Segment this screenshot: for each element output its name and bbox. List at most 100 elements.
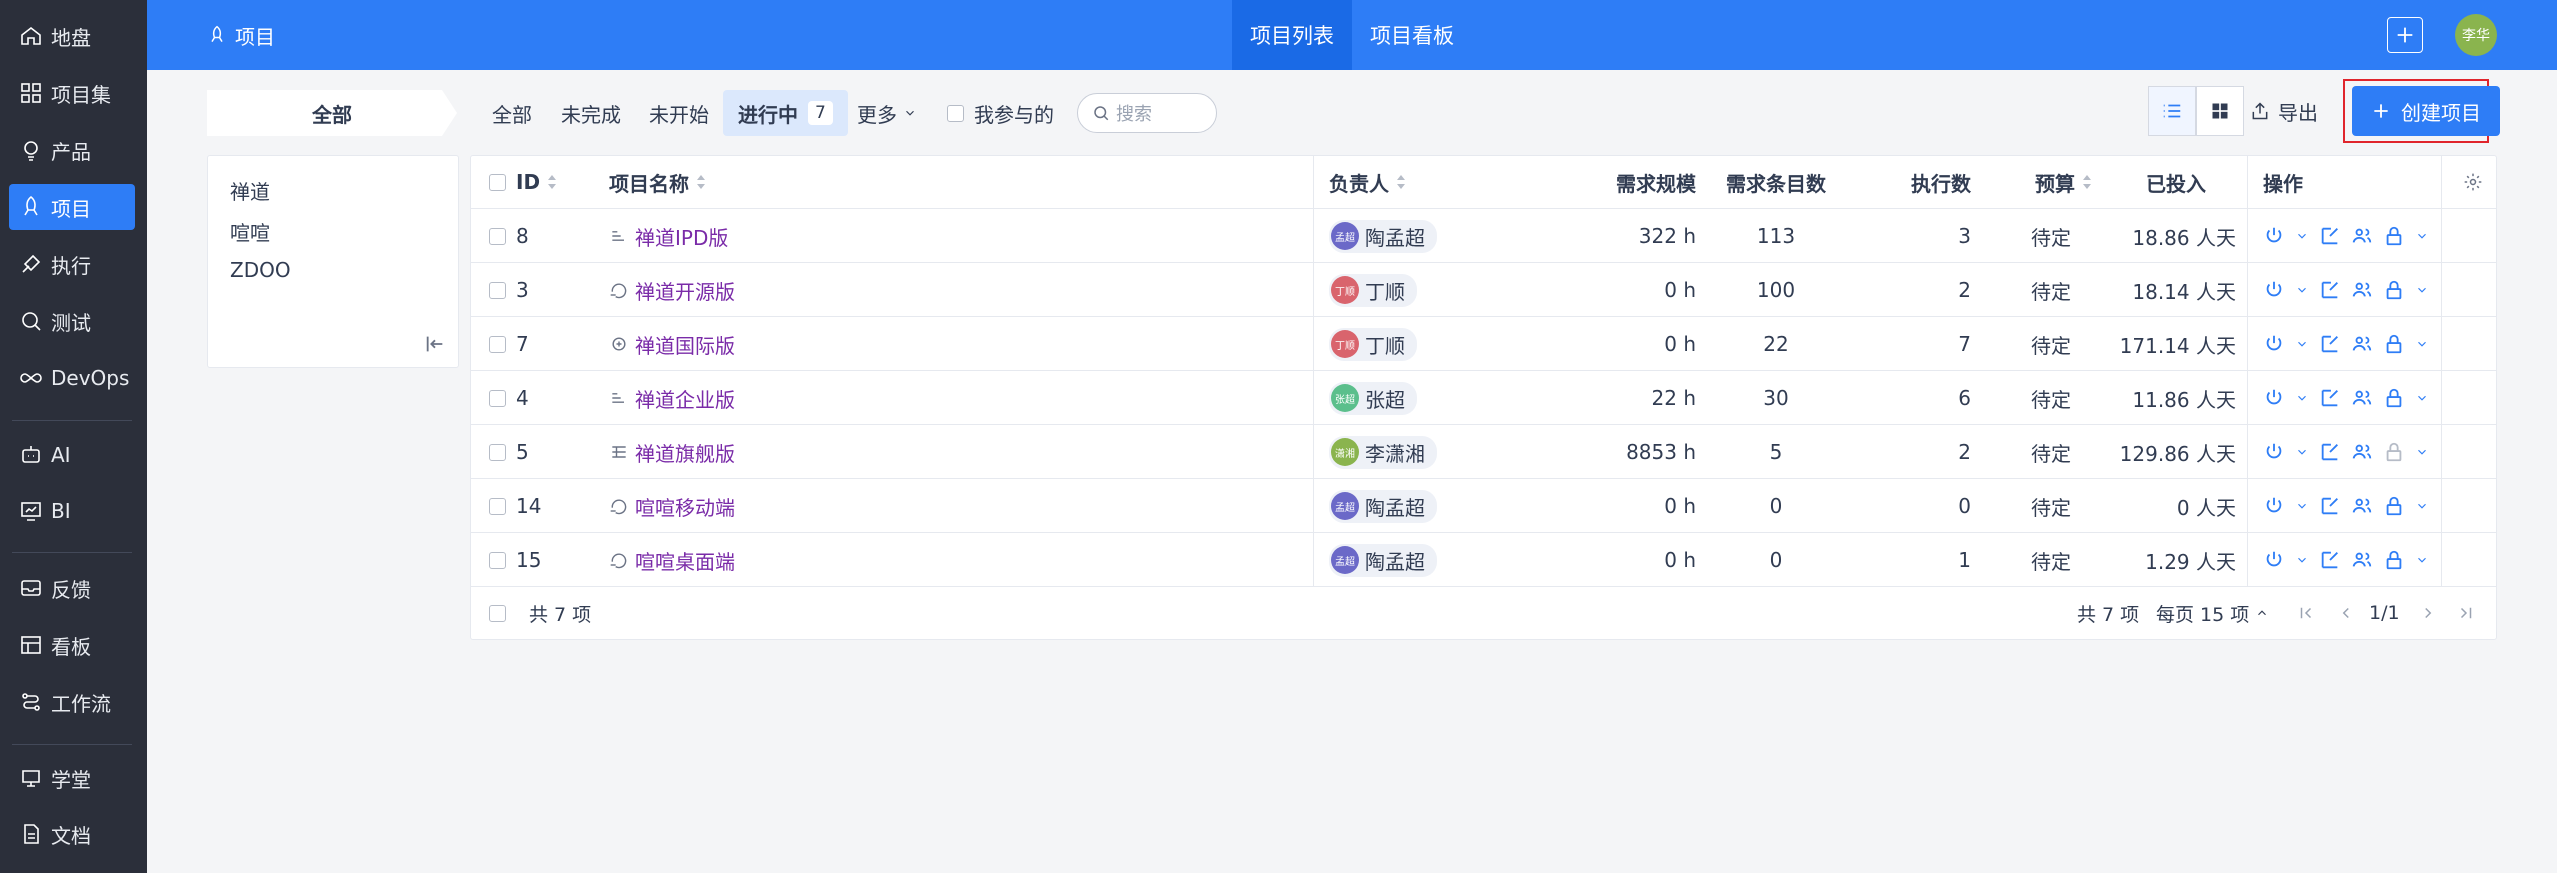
sidebar-item-dashboard[interactable]: 地盘 [9, 13, 135, 59]
filter-more-dropdown[interactable]: 更多 [857, 90, 917, 136]
edit-icon[interactable] [2319, 333, 2341, 355]
tree-item[interactable]: 禅道 [230, 176, 270, 205]
sidebar-item-program[interactable]: 项目集 [9, 70, 135, 116]
column-header-pm[interactable]: 负责人 [1329, 156, 1407, 208]
power-icon[interactable] [2263, 225, 2285, 247]
search-input[interactable]: 搜索 [1077, 93, 1217, 133]
cell-project-name[interactable]: 禅道旗舰版 [609, 425, 735, 479]
row-checkbox[interactable] [489, 371, 506, 425]
team-icon[interactable] [2351, 279, 2373, 301]
edit-icon[interactable] [2319, 495, 2341, 517]
chevron-down-icon[interactable] [2415, 441, 2429, 463]
project-name-link[interactable]: 禅道国际版 [635, 330, 735, 359]
column-header-budget[interactable]: 预算 [2011, 156, 2093, 208]
edit-icon[interactable] [2319, 279, 2341, 301]
edit-icon[interactable] [2319, 441, 2341, 463]
chevron-down-icon[interactable] [2295, 549, 2309, 571]
team-icon[interactable] [2351, 495, 2373, 517]
project-name-link[interactable]: 喧喧移动端 [635, 492, 735, 521]
lock-icon[interactable] [2383, 333, 2405, 355]
sidebar-item-bi[interactable]: BI [9, 488, 135, 534]
column-header-scale[interactable]: 需求规模 [1531, 156, 1696, 208]
footer-checkbox[interactable] [489, 587, 506, 639]
cell-pm[interactable]: 丁顺 丁顺 [1329, 263, 1417, 317]
chevron-down-icon[interactable] [2415, 549, 2429, 571]
project-name-link[interactable]: 禅道企业版 [635, 384, 735, 413]
sidebar-item-product[interactable]: 产品 [9, 127, 135, 173]
row-checkbox[interactable] [489, 533, 506, 587]
column-header-name[interactable]: 项目名称 [609, 156, 707, 208]
filter-undone[interactable]: 未完成 [561, 90, 621, 136]
chevron-down-icon[interactable] [2415, 279, 2429, 301]
cell-pm[interactable]: 孟超 陶孟超 [1329, 533, 1437, 587]
sidebar-item-devops[interactable]: DevOps [9, 355, 135, 401]
tab-project-list[interactable]: 项目列表 [1232, 0, 1352, 70]
sidebar-item-school[interactable]: 学堂 [9, 755, 135, 801]
cell-project-name[interactable]: 禅道国际版 [609, 317, 735, 371]
prev-page-icon[interactable] [2337, 604, 2355, 622]
next-page-icon[interactable] [2419, 604, 2437, 622]
project-name-link[interactable]: 禅道开源版 [635, 276, 735, 305]
tab-project-kanban[interactable]: 项目看板 [1352, 0, 1472, 70]
checkbox[interactable] [947, 104, 964, 122]
chevron-down-icon[interactable] [2295, 495, 2309, 517]
card-view-button[interactable] [2196, 86, 2244, 136]
lock-icon[interactable] [2383, 225, 2405, 247]
chevron-down-icon[interactable] [2295, 441, 2309, 463]
chevron-down-icon[interactable] [2295, 279, 2309, 301]
sidebar-item-doc[interactable]: 文档 [9, 811, 135, 857]
cell-project-name[interactable]: 禅道IPD版 [609, 209, 728, 263]
sidebar-item-workflow[interactable]: 工作流 [9, 679, 135, 725]
cell-pm[interactable]: 张超 张超 [1329, 371, 1417, 425]
lock-icon[interactable] [2383, 387, 2405, 409]
create-project-button[interactable]: 创建项目 [2352, 86, 2500, 136]
collapse-icon[interactable] [424, 333, 446, 355]
power-icon[interactable] [2263, 549, 2285, 571]
team-icon[interactable] [2351, 441, 2373, 463]
cell-project-name[interactable]: 喧喧移动端 [609, 479, 735, 533]
sidebar-item-ai[interactable]: AI [9, 432, 135, 478]
sidebar-item-feedback[interactable]: 反馈 [9, 565, 135, 611]
last-page-icon[interactable] [2457, 604, 2475, 622]
user-avatar[interactable]: 李华 [2455, 14, 2497, 56]
export-button[interactable]: 导出 [2250, 86, 2318, 136]
cell-pm[interactable]: 孟超 陶孟超 [1329, 479, 1437, 533]
column-header-id[interactable]: ID [516, 156, 558, 208]
row-checkbox[interactable] [489, 263, 506, 317]
edit-icon[interactable] [2319, 549, 2341, 571]
tree-item[interactable]: 喧喧 [230, 217, 270, 246]
filter-all[interactable]: 全部 [492, 90, 532, 136]
chevron-down-icon[interactable] [2295, 387, 2309, 409]
chevron-down-icon[interactable] [2295, 333, 2309, 355]
row-checkbox[interactable] [489, 317, 506, 371]
mine-checkbox[interactable]: 我参与的 [947, 90, 1054, 136]
column-header-stories[interactable]: 需求条目数 [1696, 156, 1856, 208]
row-checkbox[interactable] [489, 425, 506, 479]
power-icon[interactable] [2263, 333, 2285, 355]
lock-icon[interactable] [2383, 549, 2405, 571]
program-all-tab[interactable]: 全部 [207, 90, 457, 136]
lock-icon[interactable] [2383, 495, 2405, 517]
column-header-consumed[interactable]: 已投入 [2111, 156, 2206, 208]
cell-pm[interactable]: 孟超 陶孟超 [1329, 209, 1437, 263]
select-all-checkbox[interactable] [489, 156, 506, 208]
edit-icon[interactable] [2319, 225, 2341, 247]
project-name-link[interactable]: 喧喧桌面端 [635, 546, 735, 575]
chevron-down-icon[interactable] [2415, 495, 2429, 517]
cell-project-name[interactable]: 喧喧桌面端 [609, 533, 735, 587]
chevron-down-icon[interactable] [2415, 387, 2429, 409]
sidebar-item-project[interactable]: 项目 [9, 184, 135, 230]
lock-icon[interactable] [2383, 279, 2405, 301]
list-view-button[interactable] [2148, 86, 2196, 136]
pager-size-dropdown[interactable]: 每页 15 项 [2156, 587, 2269, 639]
settings-icon[interactable] [2463, 172, 2483, 192]
tree-item[interactable]: ZDOO [230, 258, 291, 282]
cell-pm[interactable]: 丁顺 丁顺 [1329, 317, 1417, 371]
row-checkbox[interactable] [489, 209, 506, 263]
project-name-link[interactable]: 禅道旗舰版 [635, 438, 735, 467]
chevron-down-icon[interactable] [2415, 225, 2429, 247]
cell-project-name[interactable]: 禅道开源版 [609, 263, 735, 317]
cell-pm[interactable]: 潇湘 李潇湘 [1329, 425, 1437, 479]
lock-icon[interactable] [2383, 441, 2405, 463]
chevron-down-icon[interactable] [2415, 333, 2429, 355]
